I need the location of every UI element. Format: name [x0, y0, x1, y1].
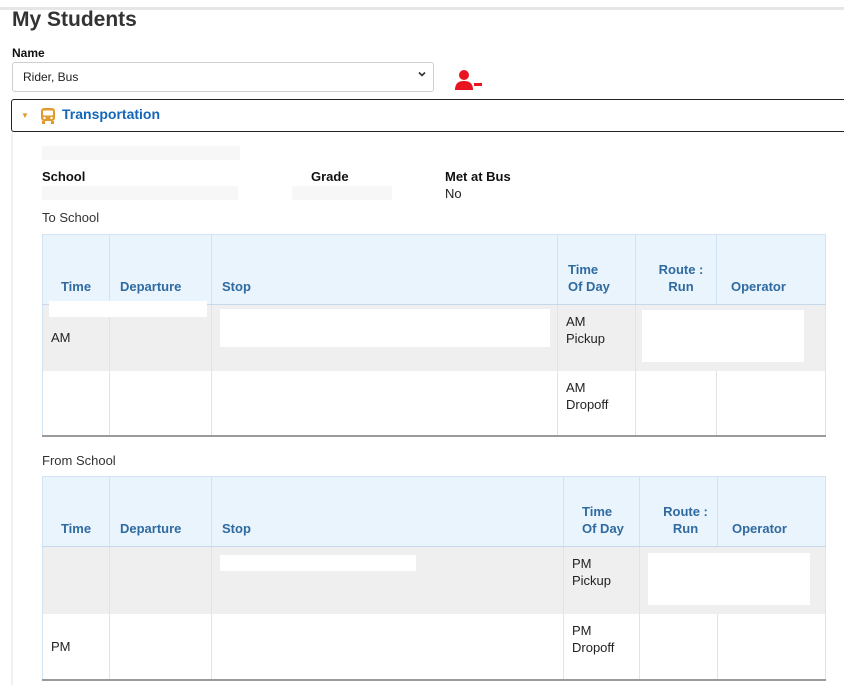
- cell-departure: [109, 370, 212, 437]
- from-school-title: From School: [42, 453, 116, 468]
- transportation-panel-header[interactable]: ▼ Transportation: [11, 99, 844, 132]
- cell-stop: [211, 613, 564, 681]
- redacted-time: [49, 301, 207, 318]
- bus-icon: [40, 107, 56, 130]
- cell-route-operator: [639, 546, 826, 614]
- cell-route: [639, 613, 718, 681]
- redacted-stop: [220, 309, 550, 347]
- col-operator: Operator: [716, 234, 826, 305]
- table-row: PM PM Dropoff: [42, 613, 826, 681]
- cell-time: PM: [42, 613, 110, 681]
- cell-time-of-day: PM Dropoff: [563, 613, 640, 681]
- met-at-bus-label: Met at Bus: [445, 169, 511, 184]
- student-select-value: Rider, Bus: [23, 70, 79, 84]
- cell-time-of-day: AM Dropoff: [557, 370, 636, 437]
- table-row: AM Dropoff: [42, 370, 826, 437]
- cell-route: [635, 370, 717, 437]
- cell-operator: [716, 370, 826, 437]
- to-school-table: Time Departure Stop Time Of Day Route : …: [42, 234, 826, 437]
- cell-time-of-day: PM Pickup: [563, 546, 640, 614]
- panel-left-border: [11, 132, 13, 685]
- cell-time: AM: [42, 301, 207, 371]
- redacted-route: [648, 553, 810, 605]
- redacted-school-value: [42, 186, 238, 200]
- remove-user-icon[interactable]: [453, 68, 483, 94]
- col-stop: Stop: [211, 476, 564, 547]
- col-departure: Departure: [109, 234, 212, 305]
- cell-departure: [109, 613, 212, 681]
- redacted-student-info: [42, 146, 240, 160]
- col-operator: Operator: [717, 476, 826, 547]
- col-route-run: Route : Run: [639, 476, 718, 547]
- cell-time: [42, 370, 110, 437]
- redacted-route: [642, 310, 804, 362]
- col-time-of-day: Time Of Day: [563, 476, 640, 547]
- cell-stop: [211, 546, 564, 614]
- cell-departure: [109, 546, 212, 614]
- redacted-grade-value: [292, 186, 392, 200]
- cell-route-operator: [635, 304, 826, 371]
- chevron-down-icon: [417, 68, 427, 82]
- cell-operator: [717, 613, 826, 681]
- redacted-stop: [220, 555, 416, 571]
- cell-stop: [211, 304, 558, 371]
- from-school-table: Time Departure Stop Time Of Day Route : …: [42, 476, 826, 681]
- to-school-title: To School: [42, 210, 100, 225]
- cell-time-of-day: AM Pickup: [557, 304, 636, 371]
- grade-label: Grade: [311, 169, 349, 184]
- met-at-bus-value: No: [445, 186, 462, 201]
- transportation-title: Transportation: [62, 106, 161, 122]
- school-label: School: [42, 169, 86, 184]
- table-row: PM Pickup: [42, 546, 826, 614]
- table-row: AM AM Pickup: [42, 301, 826, 371]
- cell-time: [42, 546, 110, 614]
- col-time: Time: [42, 234, 110, 305]
- student-select[interactable]: Rider, Bus: [12, 62, 434, 92]
- col-stop: Stop: [211, 234, 558, 305]
- cell-stop: [211, 370, 558, 437]
- chevron-down-icon: ▼: [21, 111, 29, 120]
- col-route-run: Route : Run: [635, 234, 717, 305]
- col-time-of-day: Time Of Day: [557, 234, 636, 305]
- page-title: My Students: [12, 8, 137, 31]
- col-time: Time: [42, 476, 110, 547]
- col-departure: Departure: [109, 476, 212, 547]
- name-label: Name: [12, 46, 45, 60]
